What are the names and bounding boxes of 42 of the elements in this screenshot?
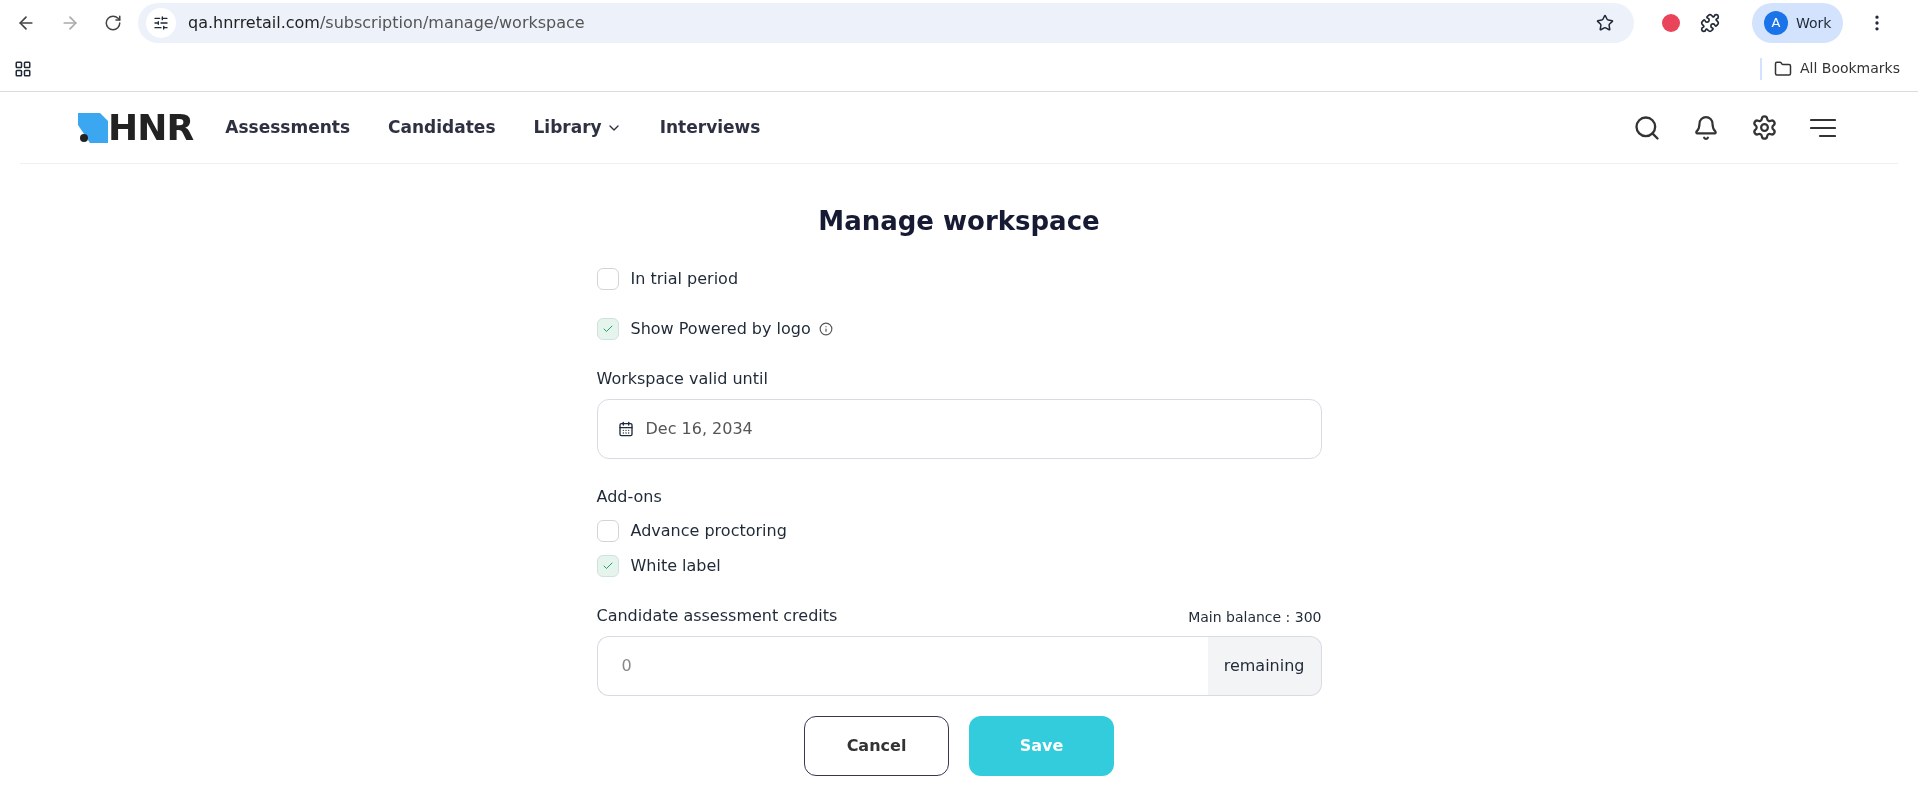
check-icon [601,323,614,335]
menu-lines-icon[interactable] [1810,117,1836,138]
nav-link[interactable]: Candidates [388,114,496,141]
nav-link[interactable]: Library [533,114,622,141]
page-title: Manage workspace [817,205,1101,238]
bookmark-folder[interactable]: All Bookmarks [1773,58,1900,79]
checkbox-label: Advance proctoring [630,520,787,542]
section-label: Add-ons [596,486,663,508]
check-icon [601,560,614,572]
bookmark-star-icon[interactable] [1596,14,1614,32]
cancel-button[interactable]: Cancel [804,716,949,776]
search-icon[interactable] [1633,113,1661,142]
site-settings-icon[interactable] [153,15,169,31]
info-icon[interactable] [818,322,833,336]
date-value: Dec 16, 2034 [645,418,753,440]
apps-icon[interactable] [14,59,32,78]
field-label: Candidate assessment credits [596,605,838,627]
logo-mark-icon [78,112,108,143]
logo-text: HNR [108,109,194,146]
reload-icon[interactable] [104,14,122,32]
calendar-icon [617,421,634,437]
url-text: qa.hnrretail.com/subscription/manage/workspace [188,12,586,34]
settings-icon[interactable] [1751,114,1778,141]
date-field[interactable]: Dec 16, 2034 [596,399,1322,459]
nav-link[interactable]: Assessments [225,114,351,141]
profile-button[interactable]: A Work [1752,3,1844,43]
folder-icon [1773,59,1792,78]
field-label: Workspace valid until [596,368,769,390]
notifications-icon[interactable] [1693,114,1719,141]
profile-avatar: A [1764,11,1788,35]
checkbox[interactable] [596,520,619,542]
checkbox[interactable] [596,268,619,290]
profile-label: Work [1796,13,1832,33]
address-bar[interactable]: qa.hnrretail.com/subscription/manage/workspace [138,3,1634,43]
checkbox[interactable] [596,318,619,340]
balance-text: Main balance : 300 [1188,608,1322,627]
extensions-icon[interactable] [1700,13,1720,33]
nav-link[interactable]: Interviews [659,114,761,141]
checkbox[interactable] [596,555,619,577]
checkbox-label: In trial period [630,268,739,290]
checkbox-label: Show Powered by logo [630,318,811,340]
checkbox-label: White label [630,555,721,577]
